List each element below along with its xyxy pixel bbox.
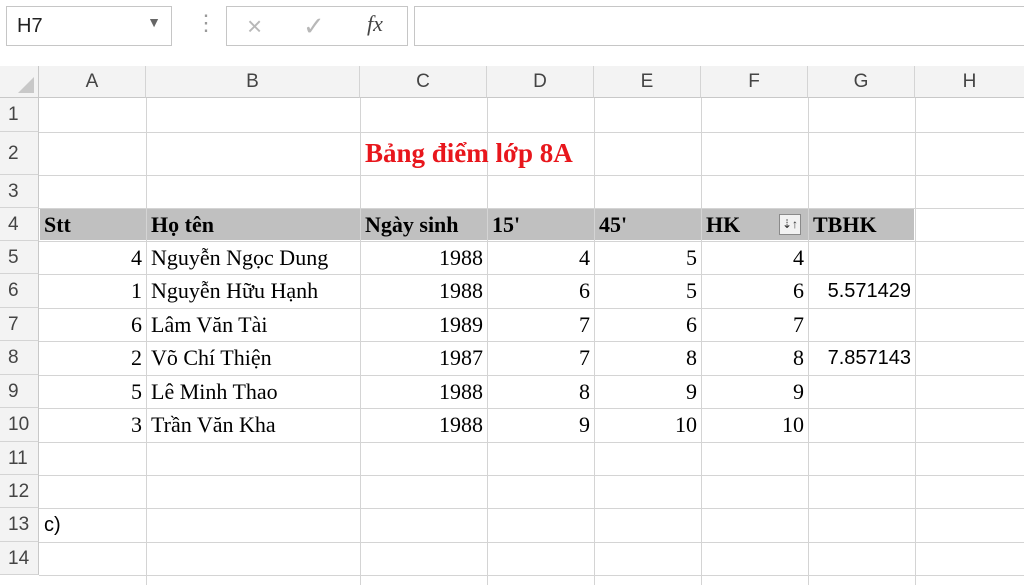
row-header-7[interactable]: 7 bbox=[0, 308, 39, 341]
column-header-f[interactable]: F bbox=[701, 66, 808, 98]
cell-ngay-sinh[interactable]: 1988 bbox=[361, 241, 487, 274]
cell-15[interactable]: 8 bbox=[488, 375, 594, 408]
formula-buttons: × ✓ fx bbox=[226, 6, 408, 46]
row-header-6[interactable]: 6 bbox=[0, 274, 39, 308]
cell-15[interactable]: 7 bbox=[488, 308, 594, 341]
column-header-a[interactable]: A bbox=[39, 66, 146, 98]
column-header-h[interactable]: H bbox=[915, 66, 1024, 98]
cell-15[interactable]: 4 bbox=[488, 241, 594, 274]
select-all-corner[interactable] bbox=[0, 66, 39, 98]
cell-stt[interactable]: 5 bbox=[40, 375, 146, 408]
gridline bbox=[39, 442, 1024, 443]
cell-stt[interactable]: 1 bbox=[40, 274, 146, 308]
header-ngay-sinh[interactable]: Ngày sinh bbox=[361, 208, 487, 241]
formula-bar: H7 ▼ ⋮ × ✓ fx bbox=[0, 0, 1024, 58]
cell-ho-ten[interactable]: Lê Minh Thao bbox=[147, 375, 360, 408]
cell-hk[interactable]: 8 bbox=[702, 341, 808, 375]
row-header-4[interactable]: 4 bbox=[0, 208, 39, 241]
cell-note[interactable]: c) bbox=[40, 508, 146, 542]
cell-stt[interactable]: 4 bbox=[40, 241, 146, 274]
cell-tbhk[interactable] bbox=[809, 308, 915, 341]
sheet-title: Bảng điểm lớp 8A bbox=[365, 138, 573, 168]
gridline bbox=[39, 175, 1024, 176]
cell-15[interactable]: 9 bbox=[488, 408, 594, 442]
cell-ngay-sinh[interactable]: 1988 bbox=[361, 408, 487, 442]
cell-45[interactable]: 10 bbox=[595, 408, 701, 442]
cell-hk[interactable]: 10 bbox=[702, 408, 808, 442]
cell-hk[interactable]: 7 bbox=[702, 308, 808, 341]
cell-stt[interactable]: 2 bbox=[40, 341, 146, 375]
insert-function-icon[interactable]: fx bbox=[367, 11, 383, 37]
cell-ngay-sinh[interactable]: 1989 bbox=[361, 308, 487, 341]
cell-hk[interactable]: 9 bbox=[702, 375, 808, 408]
row-header-2[interactable]: 2 bbox=[0, 132, 39, 175]
column-header-e[interactable]: E bbox=[594, 66, 701, 98]
sort-filter-icon[interactable]: ⇣↑ bbox=[779, 214, 801, 235]
gridline bbox=[39, 508, 1024, 509]
cell-45[interactable]: 5 bbox=[595, 241, 701, 274]
cancel-icon[interactable]: × bbox=[247, 11, 262, 42]
header-45[interactable]: 45' bbox=[595, 208, 701, 241]
cell-ho-ten[interactable]: Lâm Văn Tài bbox=[147, 308, 360, 341]
cell-tbhk[interactable] bbox=[809, 241, 915, 274]
row-header-13[interactable]: 13 bbox=[0, 508, 39, 542]
header-15[interactable]: 15' bbox=[488, 208, 594, 241]
cell-stt[interactable]: 3 bbox=[40, 408, 146, 442]
gridline bbox=[39, 475, 1024, 476]
select-all-triangle-icon bbox=[18, 77, 34, 93]
row-header-1[interactable]: 1 bbox=[0, 98, 39, 132]
more-options-icon[interactable]: ⋮ bbox=[195, 10, 217, 36]
spreadsheet-grid[interactable]: A B C D E F G H 1 2 3 4 5 6 7 8 9 10 11 … bbox=[0, 66, 1024, 585]
formula-input[interactable] bbox=[414, 6, 1024, 46]
gridline bbox=[39, 542, 1024, 543]
gridline bbox=[39, 575, 1024, 576]
cell-15[interactable]: 6 bbox=[488, 274, 594, 308]
row-header-12[interactable]: 12 bbox=[0, 475, 39, 508]
row-header-14[interactable]: 14 bbox=[0, 542, 39, 575]
cell-ho-ten[interactable]: Nguyễn Ngọc Dung bbox=[147, 241, 360, 274]
column-header-g[interactable]: G bbox=[808, 66, 915, 98]
cell-45[interactable]: 6 bbox=[595, 308, 701, 341]
cell-ho-ten[interactable]: Võ Chí Thiện bbox=[147, 341, 360, 375]
enter-icon[interactable]: ✓ bbox=[303, 11, 325, 42]
row-header-5[interactable]: 5 bbox=[0, 241, 39, 274]
cell-stt[interactable]: 6 bbox=[40, 308, 146, 341]
cell-ngay-sinh[interactable]: 1987 bbox=[361, 341, 487, 375]
header-tbhk[interactable]: TBHK bbox=[809, 208, 915, 241]
name-box[interactable]: H7 ▼ bbox=[6, 6, 172, 46]
cell-tbhk[interactable] bbox=[809, 375, 915, 408]
row-header-9[interactable]: 9 bbox=[0, 375, 39, 408]
row-header-11[interactable]: 11 bbox=[0, 442, 39, 475]
cell-45[interactable]: 8 bbox=[595, 341, 701, 375]
cell-ngay-sinh[interactable]: 1988 bbox=[361, 375, 487, 408]
cell-45[interactable]: 9 bbox=[595, 375, 701, 408]
header-ho-ten[interactable]: Họ tên bbox=[147, 208, 360, 241]
header-stt[interactable]: Stt bbox=[40, 208, 146, 241]
cell-ho-ten[interactable]: Nguyễn Hữu Hạnh bbox=[147, 274, 360, 308]
cell-ho-ten[interactable]: Trần Văn Kha bbox=[147, 408, 360, 442]
column-header-d[interactable]: D bbox=[487, 66, 594, 98]
row-header-8[interactable]: 8 bbox=[0, 341, 39, 375]
cell-tbhk[interactable] bbox=[809, 408, 915, 442]
row-header-3[interactable]: 3 bbox=[0, 175, 39, 208]
cell-hk[interactable]: 6 bbox=[702, 274, 808, 308]
column-header-c[interactable]: C bbox=[360, 66, 487, 98]
cell-15[interactable]: 7 bbox=[488, 341, 594, 375]
name-box-value: H7 bbox=[17, 15, 43, 37]
gridline bbox=[39, 132, 1024, 133]
column-header-b[interactable]: B bbox=[146, 66, 360, 98]
cell-45[interactable]: 5 bbox=[595, 274, 701, 308]
cell-tbhk[interactable]: 5.571429 bbox=[809, 274, 915, 308]
row-header-10[interactable]: 10 bbox=[0, 408, 39, 442]
cell-tbhk[interactable]: 7.857143 bbox=[809, 341, 915, 375]
cell-ngay-sinh[interactable]: 1988 bbox=[361, 274, 487, 308]
cell-hk[interactable]: 4 bbox=[702, 241, 808, 274]
chevron-down-icon[interactable]: ▼ bbox=[147, 14, 161, 30]
